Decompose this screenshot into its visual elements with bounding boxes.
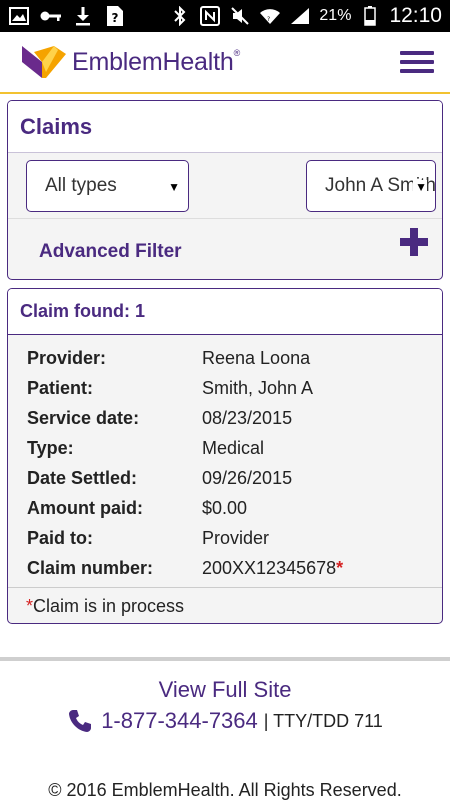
detail-label: Date Settled:	[27, 467, 138, 488]
detail-label: Patient:	[27, 377, 94, 398]
advanced-filter-label: Advanced Filter	[39, 241, 182, 262]
detail-label: Service date:	[27, 407, 140, 428]
status-bar: ? ? 21% 12:10	[0, 0, 450, 32]
detail-row-claim-number: Claim number: 200XX12345678*	[27, 553, 442, 583]
image-icon	[8, 5, 30, 27]
filters-row: All types ▼ John A Smith ▼	[8, 153, 442, 219]
detail-row-date-settled: Date Settled: 09/26/2015	[27, 463, 442, 493]
detail-row-type: Type: Medical	[27, 433, 442, 463]
download-icon	[72, 5, 94, 27]
battery-percent: 21%	[319, 7, 352, 24]
view-full-site-link[interactable]: View Full Site	[0, 677, 450, 703]
detail-row-patient: Patient: Smith, John A	[27, 373, 442, 403]
claims-header: Claims	[8, 101, 442, 153]
detail-label: Amount paid:	[27, 497, 143, 518]
required-asterisk: *	[336, 557, 344, 578]
brand-name: EmblemHealth®	[72, 47, 240, 76]
note-text: Claim is in process	[33, 596, 185, 616]
detail-value: Provider	[202, 527, 270, 548]
footer-divider	[0, 657, 450, 661]
detail-value: 09/26/2015	[202, 467, 293, 488]
svg-text:?: ?	[112, 11, 119, 25]
clock: 12:10	[389, 4, 442, 27]
detail-value: Reena Loona	[202, 347, 311, 368]
detail-value: 200XX12345678*	[202, 558, 343, 579]
copyright-text: © 2016 EmblemHealth. All Rights Reserved…	[48, 780, 402, 800]
tty-info: | TTY/TDD 711	[263, 710, 383, 731]
claim-type-value: All types	[45, 175, 117, 196]
member-select[interactable]: John A Smith ▼	[306, 160, 436, 212]
phone-icon	[69, 710, 92, 732]
page-title: Claims	[20, 113, 93, 139]
detail-row-amount-paid: Amount paid: $0.00	[27, 493, 442, 523]
detail-label: Claim number:	[27, 557, 154, 578]
wifi-icon: ?	[259, 5, 281, 27]
claim-status-note: * Claim is in process	[8, 587, 442, 623]
claim-type-select[interactable]: All types ▼	[26, 160, 189, 212]
detail-label: Paid to:	[27, 527, 93, 548]
emblemhealth-logo[interactable]: EmblemHealth®	[0, 42, 240, 82]
battery-icon	[359, 5, 381, 27]
key-icon	[40, 5, 62, 27]
detail-value: Smith, John A	[202, 377, 314, 398]
dropdown-arrow-icon: ▼	[413, 180, 427, 194]
mute-icon	[229, 5, 251, 27]
phone-contact: 1-877-344-7364 | TTY/TDD 711	[0, 708, 450, 734]
claims-panel: Claims All types ▼ John A Smith ▼ Advanc…	[7, 100, 443, 280]
signal-icon	[289, 5, 311, 27]
result-header: Claim found: 1	[8, 289, 442, 335]
detail-row-service-date: Service date: 08/23/2015	[27, 403, 442, 433]
claim-result-panel: Claim found: 1 Provider: Reena Loona Pat…	[7, 288, 443, 624]
nfc-icon	[199, 5, 221, 27]
bluetooth-icon	[169, 5, 191, 27]
unknown-app-icon: ?	[104, 5, 126, 27]
advanced-filter-toggle[interactable]: Advanced Filter	[8, 219, 442, 279]
detail-value: Medical	[202, 437, 265, 458]
logo-mark-icon	[22, 46, 66, 78]
claim-count: Claim found: 1	[20, 301, 145, 321]
detail-label: Provider:	[27, 347, 107, 368]
detail-row-paid-to: Paid to: Provider	[27, 523, 442, 553]
plus-icon[interactable]	[400, 228, 428, 256]
detail-row-provider: Provider: Reena Loona	[27, 343, 442, 373]
detail-value: $0.00	[202, 497, 248, 518]
dropdown-arrow-icon: ▼	[168, 180, 180, 194]
svg-text:?: ?	[267, 16, 270, 23]
hamburger-icon[interactable]	[400, 51, 434, 73]
app-header: EmblemHealth®	[0, 32, 450, 94]
claim-number: 200XX12345678	[202, 557, 337, 578]
detail-value: 08/23/2015	[202, 407, 293, 428]
note-asterisk: *	[26, 596, 34, 616]
phone-number-link[interactable]: 1-877-344-7364	[101, 708, 258, 734]
detail-label: Type:	[27, 437, 74, 458]
claim-details[interactable]: Provider: Reena Loona Patient: Smith, Jo…	[8, 335, 442, 583]
